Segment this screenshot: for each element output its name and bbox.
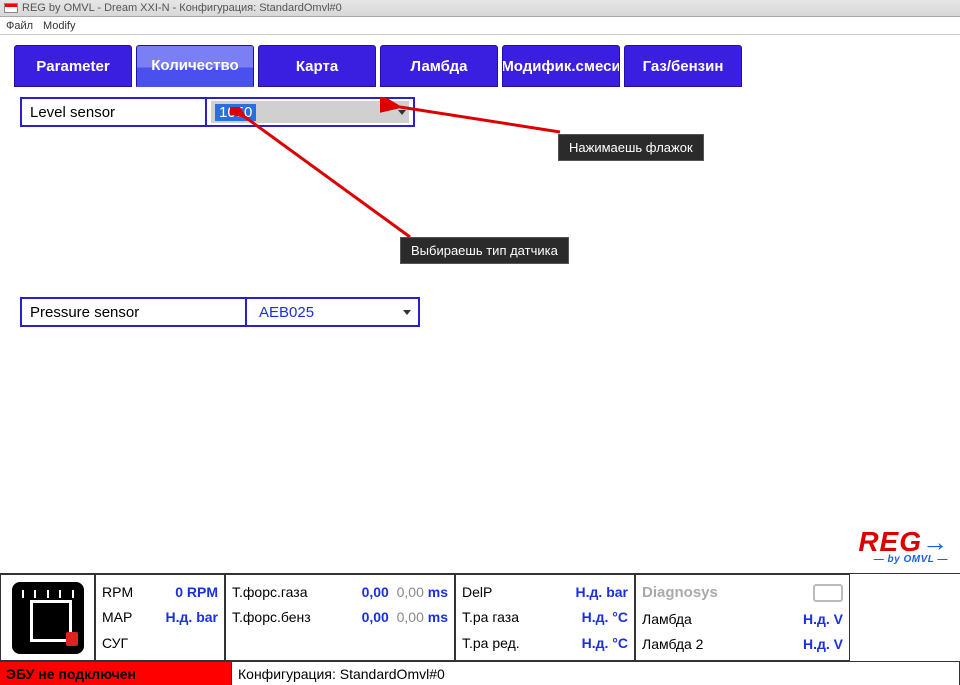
status-col-diagnosys: Diagnosys Ламбда Н.д. V Ламбда 2 Н.д. V <box>635 574 850 661</box>
menu-file[interactable]: Файл <box>6 20 33 32</box>
lambda-unit: V <box>834 611 843 627</box>
window-title: REG by OMVL - Dream XXI-N - Конфигурация… <box>22 2 342 14</box>
tfg-unit: ms <box>428 584 448 600</box>
status-panel: RPM0 RPM MAPН.д. bar СУГ Т.форс.газа0,00… <box>0 573 960 661</box>
lambda2-label: Ламбда 2 <box>642 636 703 652</box>
tab-map[interactable]: Карта <box>258 45 376 87</box>
delp-label: DelP <box>462 584 492 600</box>
tgas-unit: °C <box>612 609 628 625</box>
tfg-v2: 0,00 <box>397 584 424 600</box>
tab-gasfuel[interactable]: Газ/бензин <box>624 45 742 87</box>
level-sensor-row: Level sensor 1050 <box>20 97 940 127</box>
tgas-label: Т.ра газа <box>462 609 519 625</box>
tred-label: Т.ра ред. <box>462 635 520 651</box>
pressure-sensor-value: AEB025 <box>251 304 314 321</box>
tfg-label: Т.форс.газа <box>232 584 308 600</box>
tfb-label: Т.форс.бенз <box>232 609 311 625</box>
pressure-sensor-label: Pressure sensor <box>20 297 245 327</box>
tab-parameter[interactable]: Parameter <box>14 45 132 87</box>
tred-value: Н.д. <box>582 635 609 651</box>
arrow-right-icon: → <box>922 527 948 557</box>
status-col-engine: RPM0 RPM MAPН.д. bar СУГ <box>95 574 225 661</box>
tgas-value: Н.д. <box>582 609 609 625</box>
arrow-icon <box>230 107 430 247</box>
gauge-panel <box>0 574 95 661</box>
lambda-value: Н.д. <box>803 611 830 627</box>
chevron-down-icon[interactable] <box>395 105 409 119</box>
window-titlebar: REG by OMVL - Dream XXI-N - Конфигурация… <box>0 0 960 17</box>
chevron-down-icon[interactable] <box>400 305 414 319</box>
map-label: MAP <box>102 609 132 625</box>
map-value: Н.д. <box>166 609 193 625</box>
bottom-bar: ЭБУ не подключен Конфигурация: StandardO… <box>0 661 960 685</box>
lambda2-unit: V <box>834 636 843 652</box>
level-sensor-dropdown[interactable]: 1050 <box>205 97 415 127</box>
annotation-flag: Нажимаешь флажок <box>558 134 704 161</box>
lambda2-value: Н.д. <box>803 636 830 652</box>
delp-value: Н.д. <box>576 584 603 600</box>
menu-bar: Файл Modify <box>0 17 960 35</box>
rpm-value: 0 <box>175 584 183 600</box>
rpm-unit: RPM <box>187 584 218 600</box>
status-col-injectors: Т.форс.газа0,00 0,00 ms Т.форс.бенз0,00 … <box>225 574 455 661</box>
pressure-sensor-dropdown[interactable]: AEB025 <box>245 297 420 327</box>
tfb-unit: ms <box>428 609 448 625</box>
flag-icon <box>4 3 18 13</box>
level-sensor-value: 1050 <box>215 104 256 121</box>
tab-modmix[interactable]: Модифик.смеси <box>502 45 620 87</box>
brand-logo: REG→ — by OMVL — <box>858 526 948 565</box>
connection-status: ЭБУ не подключен <box>0 662 232 685</box>
config-status: Конфигурация: StandardOmvl#0 <box>232 662 960 685</box>
tred-unit: °C <box>612 635 628 651</box>
menu-modify[interactable]: Modify <box>43 20 75 32</box>
annotation-type: Выбираешь тип датчика <box>400 237 569 264</box>
rpm-label: RPM <box>102 584 133 600</box>
sug-label: СУГ <box>102 635 128 651</box>
tfb-v2: 0,00 <box>397 609 424 625</box>
tab-lambda[interactable]: Ламбда <box>380 45 498 87</box>
delp-unit: bar <box>606 584 628 600</box>
map-unit: bar <box>196 609 218 625</box>
tab-bar: Parameter Количество Карта Ламбда Модифи… <box>0 35 960 87</box>
content-area: Level sensor 1050 Pressure sensor AEB025… <box>0 87 960 349</box>
tfg-v1: 0,00 <box>362 584 389 600</box>
lambda-label: Ламбда <box>642 611 692 627</box>
tfb-v1: 0,00 <box>362 609 389 625</box>
tab-quantity[interactable]: Количество <box>136 45 254 87</box>
logo-text: REG <box>858 526 922 557</box>
pressure-sensor-row: Pressure sensor AEB025 <box>20 297 940 327</box>
level-sensor-label: Level sensor <box>20 97 205 127</box>
engine-icon <box>813 584 843 602</box>
status-col-temps: DelP Н.д. bar Т.ра газа Н.д. °C Т.ра ред. Н… <box>455 574 635 661</box>
diagnosys-title: Diagnosys <box>642 584 718 601</box>
fuel-gauge-icon <box>12 582 84 654</box>
